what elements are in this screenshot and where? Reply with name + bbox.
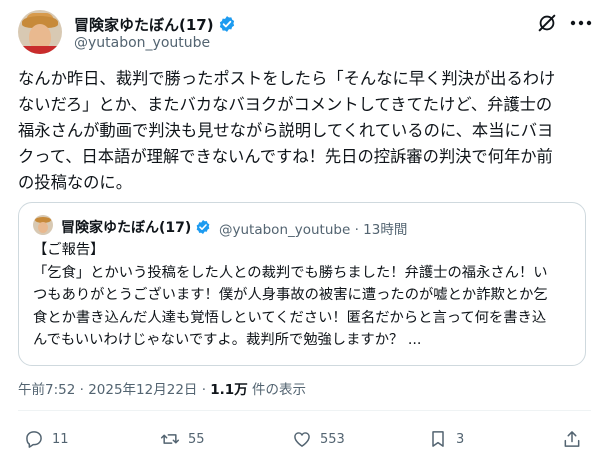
post-body-line: の投稿なのに。 <box>18 173 132 192</box>
post-body-line: なんか昨日、裁判で勝ったポストをしたら「そんなに早く判決が出るわけ <box>18 69 556 88</box>
verified-badge-icon <box>196 220 210 234</box>
quoted-body-line: 【ご報告】 <box>33 242 105 258</box>
bookmark-count: 3 <box>456 431 465 447</box>
quoted-post[interactable]: 冒険家ゆたぼん(17) @yutabon_youtube · 13時間 【ご報告… <box>18 202 586 366</box>
grok-icon[interactable] <box>536 12 558 34</box>
share-button[interactable] <box>562 428 582 450</box>
repost-button[interactable]: 55 <box>160 428 205 450</box>
quoted-body-line: 食とか書き込んだ人達も覚悟しといてください！匿名だからと言って何を書き込 <box>33 309 547 326</box>
like-icon <box>294 432 310 447</box>
post-body-line: ないだろ」とか、またバカなバヨクがコメントしてきてたけど、弁護士の <box>18 95 553 114</box>
divider <box>18 410 591 411</box>
post-body-line: クって、日本語が理解できないんですね！先日の控訴審の判決で何年か前 <box>18 147 553 166</box>
bookmark-icon <box>432 431 444 447</box>
quoted-display-name-text: 冒険家ゆたぼん(17) <box>61 220 192 236</box>
quoted-handle-time: @yutabon_youtube · 13時間 <box>219 222 408 238</box>
bookmark-button[interactable]: 3 <box>428 428 464 450</box>
quoted-body: 【ご報告】 「乞食」とかいう投稿をした人との裁判でも勝ちました！弁護士の福永さん… <box>33 239 579 352</box>
quoted-body-line: つもありがとうございます！僕が人身事故の被害に遭ったのが嘘とか詐欺とか乞 <box>33 287 548 303</box>
post-body-line: 福永さんが動画で判決も見せながら説明してくれているのに、本当にバヨ <box>18 121 554 140</box>
reply-icon <box>26 431 42 448</box>
more-icon[interactable] <box>568 12 594 34</box>
display-name[interactable]: 冒険家ゆたぼん(17) <box>74 14 236 35</box>
display-name-text: 冒険家ゆたぼん(17) <box>74 16 214 34</box>
repost-count: 55 <box>188 431 205 447</box>
views-count: 1.1万 <box>210 382 248 398</box>
verified-badge-icon <box>219 16 234 32</box>
quoted-body-line: んでもいいわけじゃないですよ。裁判所で勉強しますか？ ... <box>33 332 422 348</box>
handle[interactable]: @yutabon_youtube <box>74 35 210 51</box>
quoted-body-line: 「乞食」とかいう投稿をした人との裁判でも勝ちました！弁護士の福永さん！い <box>33 264 548 281</box>
post-body: なんか昨日、裁判で勝ったポストをしたら「そんなに早く判決が出るわけ ないだろ」と… <box>18 66 593 196</box>
quoted-display-name: 冒険家ゆたぼん(17) <box>61 217 211 237</box>
views-label: 件の表示 <box>247 382 306 398</box>
quoted-avatar <box>33 215 53 235</box>
avatar[interactable] <box>18 10 62 54</box>
reply-count: 11 <box>52 431 69 447</box>
reply-button[interactable]: 11 <box>24 428 69 450</box>
repost-icon <box>160 434 180 444</box>
like-button[interactable]: 553 <box>292 428 345 450</box>
like-count: 553 <box>320 431 345 447</box>
share-icon <box>564 431 580 447</box>
post-meta: 午前7:52 · 2025年12月22日 · 1.1万 件の表示 <box>18 378 306 398</box>
post-timestamp[interactable]: 午前7:52 · 2025年12月22日 · <box>18 382 210 398</box>
